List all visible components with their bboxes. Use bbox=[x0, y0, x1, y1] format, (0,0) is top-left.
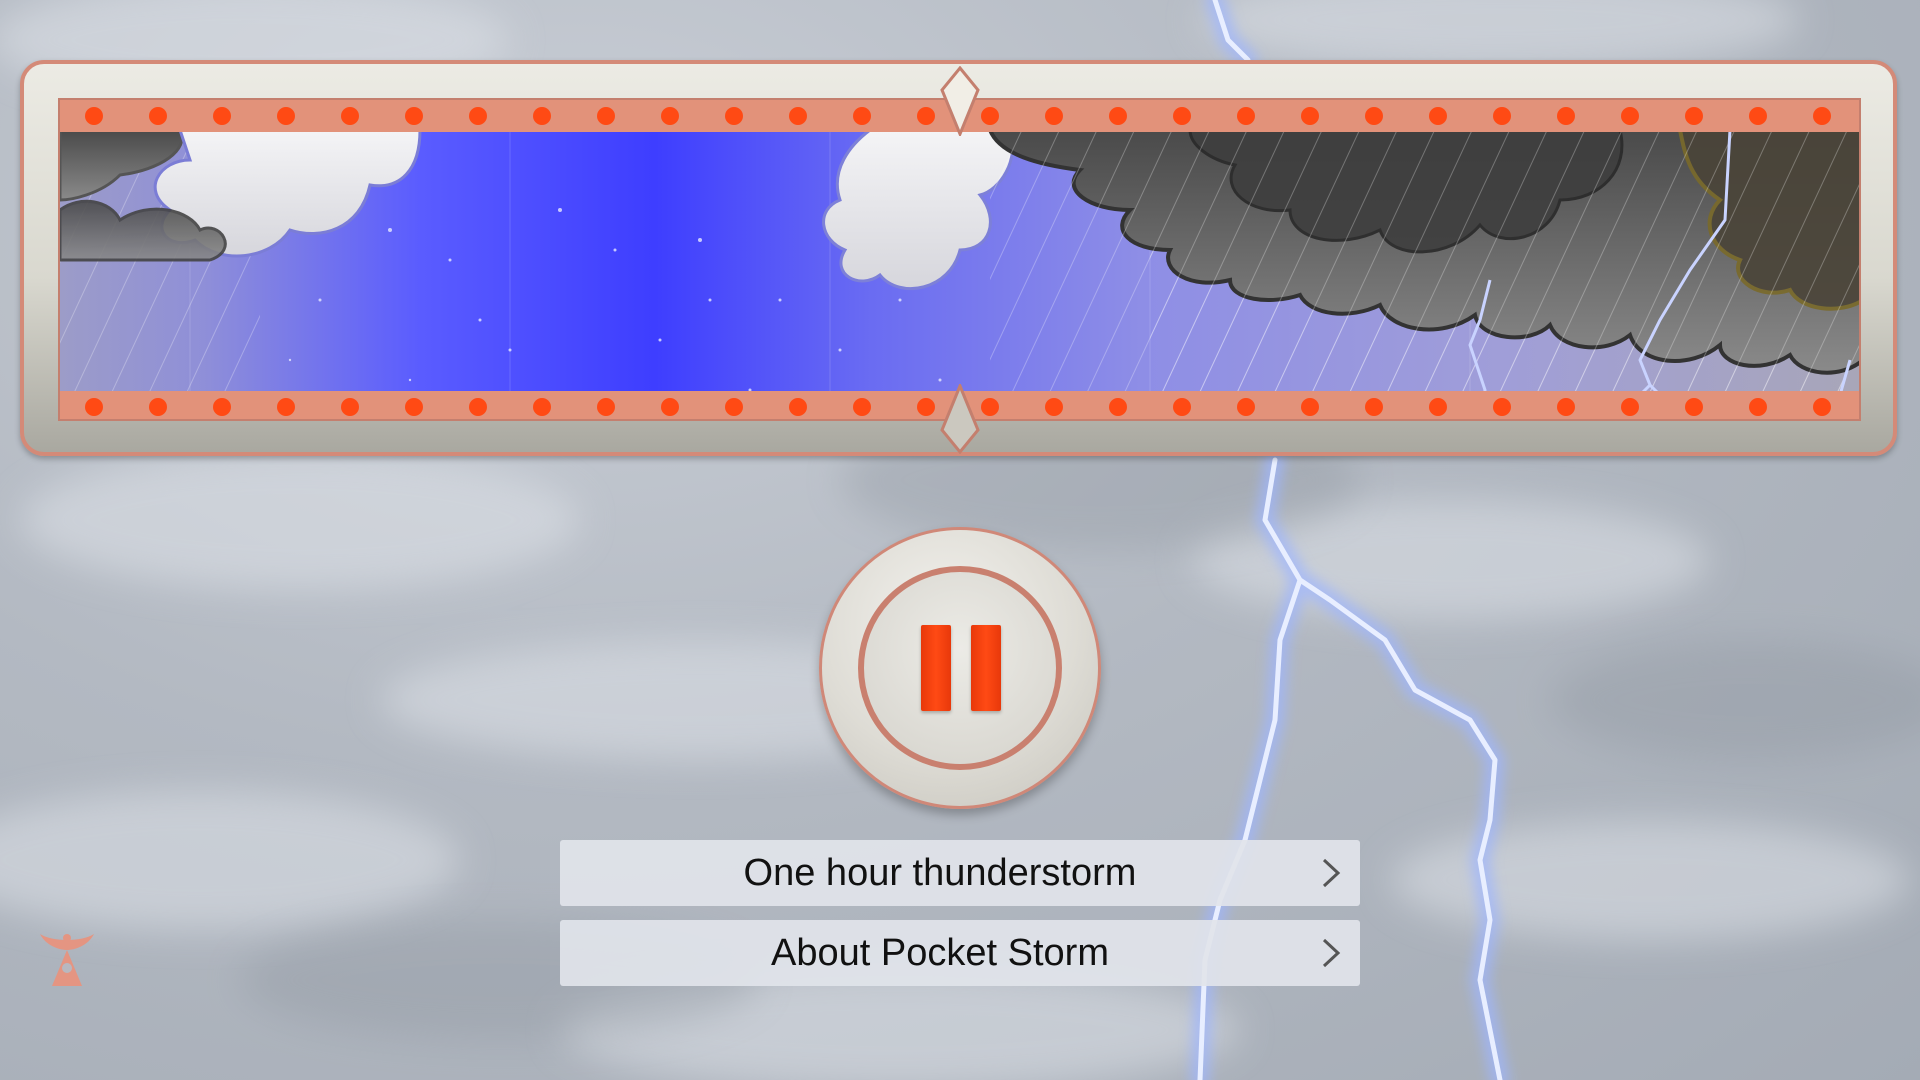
timeline-dot bbox=[1493, 398, 1511, 416]
timeline-dot bbox=[533, 107, 551, 125]
chevron-right-icon bbox=[1322, 938, 1341, 968]
menu-item-about-pocket-storm[interactable]: About Pocket Storm bbox=[560, 920, 1360, 986]
timeline-dot bbox=[469, 398, 487, 416]
timeline-dot bbox=[853, 398, 871, 416]
pocket-storm-logo-icon[interactable] bbox=[38, 928, 96, 988]
timeline-dot bbox=[341, 107, 359, 125]
timeline-dot bbox=[661, 107, 679, 125]
timeline-dot bbox=[917, 107, 935, 125]
menu-item-one-hour-thunderstorm[interactable]: One hour thunderstorm bbox=[560, 840, 1360, 906]
timeline-dot bbox=[1749, 398, 1767, 416]
timeline-dot bbox=[1173, 398, 1191, 416]
timeline-dot bbox=[789, 107, 807, 125]
timeline-dot bbox=[1045, 107, 1063, 125]
timeline-dot bbox=[533, 398, 551, 416]
timeline-dot bbox=[1813, 398, 1831, 416]
timeline-dot bbox=[597, 398, 615, 416]
chevron-right-icon bbox=[1322, 858, 1341, 888]
timeline-dot bbox=[1045, 398, 1063, 416]
timeline-dot bbox=[661, 398, 679, 416]
timeline-dot bbox=[405, 107, 423, 125]
weather-timeline-strip[interactable] bbox=[58, 98, 1861, 421]
timeline-dot bbox=[149, 398, 167, 416]
timeline-dot bbox=[1301, 398, 1319, 416]
timeline-dot bbox=[1429, 398, 1447, 416]
timeline-dot bbox=[1557, 107, 1575, 125]
timeline-dot bbox=[85, 398, 103, 416]
timeline-dot bbox=[789, 398, 807, 416]
timeline-dot bbox=[213, 107, 231, 125]
diamond-marker-icon[interactable] bbox=[940, 66, 980, 136]
timeline-dot bbox=[1621, 398, 1639, 416]
timeline-dot bbox=[85, 107, 103, 125]
timeline-dot bbox=[1429, 107, 1447, 125]
diamond-marker-icon[interactable] bbox=[940, 384, 980, 454]
pause-icon bbox=[917, 625, 1005, 711]
timeline-dot bbox=[725, 107, 743, 125]
timeline-scene bbox=[60, 100, 1859, 419]
timeline-dot bbox=[1685, 398, 1703, 416]
timeline-dot bbox=[469, 107, 487, 125]
timeline-dot bbox=[917, 398, 935, 416]
timeline-dot bbox=[1685, 107, 1703, 125]
timeline-dot bbox=[277, 398, 295, 416]
timeline-dot bbox=[597, 107, 615, 125]
timeline-dot bbox=[1557, 398, 1575, 416]
menu-item-label: About Pocket Storm bbox=[771, 932, 1109, 974]
timeline-dot bbox=[725, 398, 743, 416]
timeline-dot bbox=[1621, 107, 1639, 125]
timeline-dot bbox=[277, 107, 295, 125]
app-screen: One hour thunderstorm About Pocket Storm bbox=[0, 0, 1920, 1080]
timeline-dot bbox=[341, 398, 359, 416]
timeline-dot bbox=[1365, 107, 1383, 125]
timeline-dot bbox=[1813, 107, 1831, 125]
timeline-dot bbox=[1109, 107, 1127, 125]
pause-bar-right bbox=[971, 625, 1001, 711]
timeline-dot bbox=[405, 398, 423, 416]
timeline-dot bbox=[1237, 398, 1255, 416]
timeline-dot bbox=[1109, 398, 1127, 416]
timeline-dot bbox=[1237, 107, 1255, 125]
timeline-dot bbox=[981, 107, 999, 125]
timeline-dot bbox=[1301, 107, 1319, 125]
timeline-dot bbox=[149, 107, 167, 125]
timeline-dot bbox=[1365, 398, 1383, 416]
pause-bar-left bbox=[921, 625, 951, 711]
timeline-dot bbox=[213, 398, 231, 416]
timeline-dot bbox=[1173, 107, 1191, 125]
timeline-dot bbox=[1749, 107, 1767, 125]
timeline-dot bbox=[1493, 107, 1511, 125]
menu-item-label: One hour thunderstorm bbox=[743, 852, 1137, 894]
timeline-dot bbox=[981, 398, 999, 416]
timeline-dot bbox=[853, 107, 871, 125]
